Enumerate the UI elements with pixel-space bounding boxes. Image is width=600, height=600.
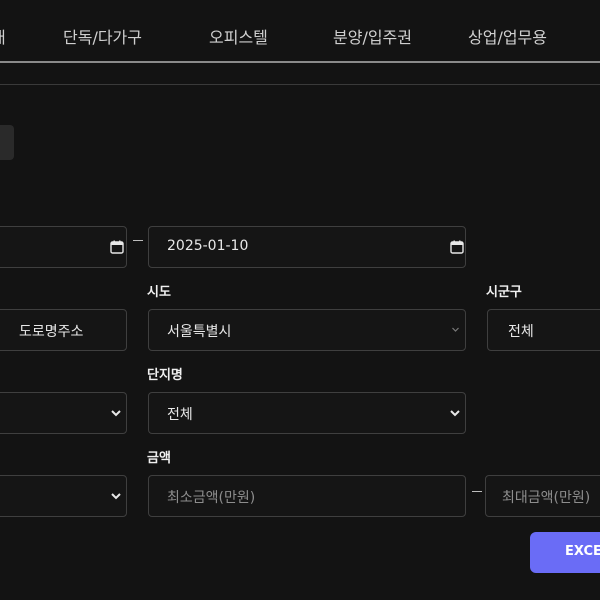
sigungu-label: 시군구 <box>486 285 522 300</box>
danji-value: 전체 <box>167 407 193 423</box>
chevron-down-icon <box>111 493 121 500</box>
excel-download-button[interactable]: EXCEL <box>530 532 600 573</box>
price-min-input[interactable]: 최소금액(만원) <box>148 475 466 517</box>
divider <box>0 84 600 85</box>
date-end-value: 2025-01-10 <box>167 238 249 254</box>
address-type-toggle[interactable]: 도로명주소 <box>0 309 127 351</box>
sido-value: 서울특별시 <box>167 324 232 340</box>
price-max-input[interactable]: 최대금액(만원) <box>485 475 600 517</box>
nav-tab-detached[interactable]: 단독/다가구 <box>63 24 142 48</box>
top-navigation: 대 단독/다가구 오피스텔 분양/입주권 상업/업무용 <box>0 0 600 62</box>
chevron-down-icon <box>111 410 121 417</box>
sigungu-value: 전체 <box>508 324 534 340</box>
date-end-input[interactable]: 2025-01-10 <box>148 226 466 268</box>
excel-button-label: EXCEL <box>565 544 600 559</box>
filter-chip-button[interactable] <box>0 125 14 160</box>
area-select[interactable] <box>0 475 127 517</box>
nav-tab-officetel[interactable]: 오피스텔 <box>209 24 268 48</box>
nav-active-underline <box>0 61 600 63</box>
nav-tab-commercial[interactable]: 상업/업무용 <box>468 24 547 48</box>
address-type-value: 도로명주소 <box>19 324 84 340</box>
price-range-separator <box>472 491 482 492</box>
price-min-placeholder: 최소금액(만원) <box>167 490 256 506</box>
sigungu-select[interactable]: 전체 <box>487 309 600 351</box>
sido-label: 시도 <box>147 285 171 300</box>
chevron-down-icon <box>450 410 460 417</box>
nav-tab-presale[interactable]: 분양/입주권 <box>333 24 412 48</box>
danji-label: 단지명 <box>147 368 183 383</box>
calendar-icon[interactable] <box>110 240 124 254</box>
price-max-placeholder: 최대금액(만원) <box>502 490 591 506</box>
danji-select[interactable]: 전체 <box>148 392 466 434</box>
type-select[interactable] <box>0 392 127 434</box>
price-label: 금액 <box>147 451 171 466</box>
date-start-input[interactable] <box>0 226 127 268</box>
nav-tab-apartment[interactable]: 대 <box>0 24 6 48</box>
sido-select[interactable]: 서울특별시 <box>148 309 466 351</box>
chevron-down-icon <box>452 327 459 332</box>
calendar-icon[interactable] <box>450 240 464 254</box>
date-range-separator <box>133 240 143 241</box>
